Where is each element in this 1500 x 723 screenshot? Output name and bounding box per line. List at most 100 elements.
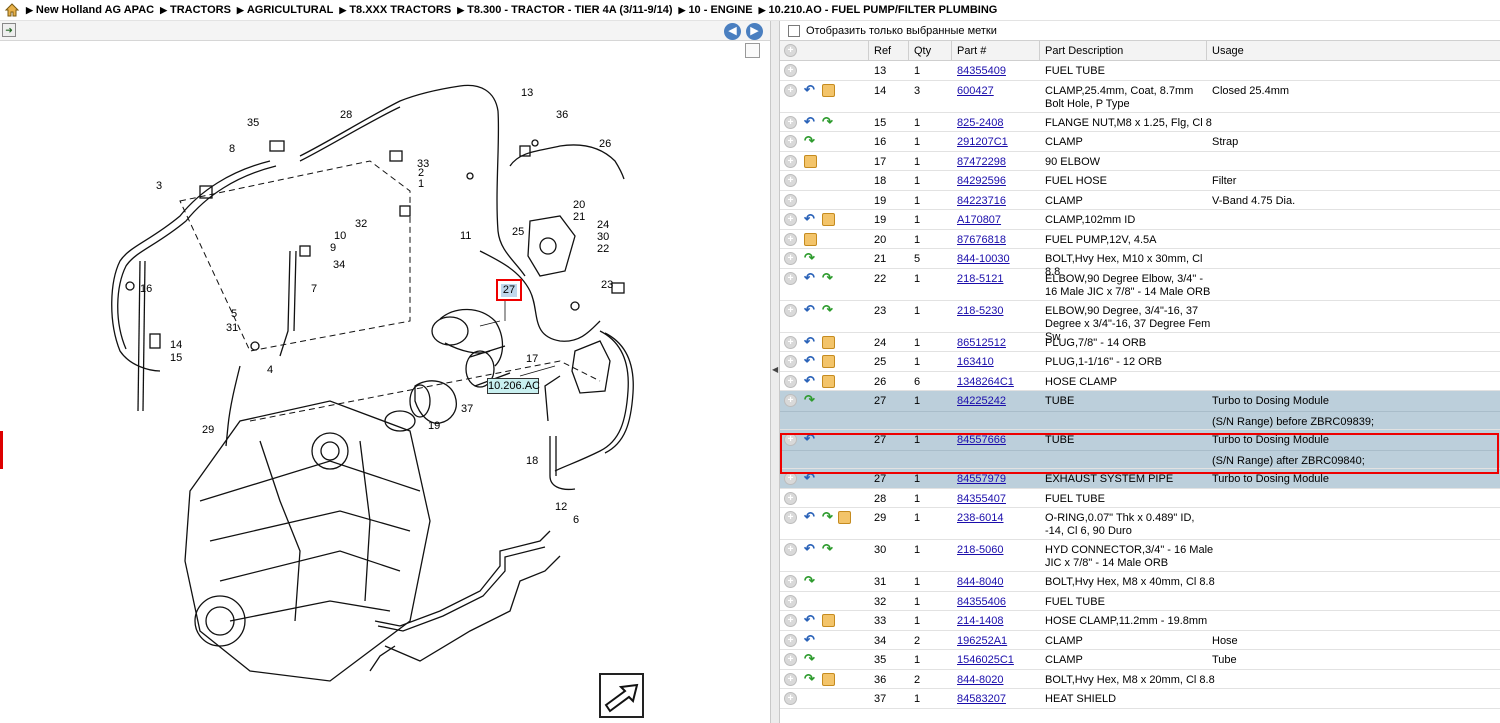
part-number-link[interactable]: 87472298	[957, 156, 1006, 169]
table-row[interactable]: + ↶ 14 3 600427 CLAMP,25.4mm, Coat, 8.7mm Bol…	[780, 81, 1500, 113]
callout-31[interactable]: 31	[226, 322, 238, 334]
expand-row-icon[interactable]: +	[784, 594, 797, 608]
part-number-link[interactable]: 84557666	[957, 434, 1006, 447]
expand-row-icon[interactable]: +	[784, 252, 797, 265]
table-row[interactable]: + ↶ 27 1 84557979 EXHAUST SYSTEM PIPE Turbo to…	[780, 469, 1500, 489]
part-number-link[interactable]: 218-5060	[957, 544, 1004, 557]
replacement-icon[interactable]: ↶	[804, 354, 817, 368]
callout-34[interactable]: 34	[333, 259, 345, 271]
part-number-link[interactable]: 84355406	[957, 596, 1006, 609]
callout-30[interactable]: 30	[597, 231, 609, 243]
callout-28[interactable]: 28	[340, 109, 352, 121]
part-number-link[interactable]: 84292596	[957, 175, 1006, 188]
callout-37[interactable]: 37	[461, 403, 473, 415]
callout-21[interactable]: 21	[573, 211, 585, 223]
replacement-icon[interactable]: ↶	[804, 432, 817, 446]
callout-7[interactable]: 7	[311, 283, 317, 295]
part-number-link[interactable]: 600427	[957, 85, 994, 98]
expand-row-icon[interactable]: +	[784, 614, 797, 627]
table-row[interactable]: + ↶ 34 2 196252A1 CLAMP Hose	[780, 631, 1500, 650]
expand-row-icon[interactable]: +	[784, 213, 797, 226]
table-row[interactable]: + ↶ ↷ 29 1 238-6014 O-RING,0.07" Thk x 0.489" …	[780, 508, 1500, 540]
panel-splitter[interactable]: ◀	[770, 21, 780, 723]
table-row[interactable]: +18 1 84292596 FUEL HOSE Filter	[780, 171, 1500, 191]
callout-4[interactable]: 4	[267, 364, 273, 376]
alternate-icon[interactable]: ↷	[822, 542, 835, 556]
callout-3[interactable]: 3	[156, 180, 162, 192]
replacement-icon[interactable]: ↶	[804, 212, 817, 226]
breadcrumb-item[interactable]: ▶ New Holland AG APAC	[26, 4, 154, 16]
package-icon[interactable]	[822, 355, 835, 368]
part-number-link[interactable]: 84355409	[957, 65, 1006, 78]
table-row[interactable]: + ↶ ↷ 30 1 218-5060 HYD CONNECTOR,3/4" - 16 Ma…	[780, 540, 1500, 572]
expand-row-icon[interactable]: +	[784, 633, 797, 647]
part-number-link[interactable]: 825-2408	[957, 117, 1004, 130]
home-icon[interactable]	[4, 2, 20, 18]
header-description[interactable]: Part Description	[1045, 45, 1123, 57]
replacement-icon[interactable]: ↶	[804, 374, 817, 388]
part-number-link[interactable]: 84225242	[957, 395, 1006, 408]
replacement-icon[interactable]: ↶	[804, 335, 817, 349]
callout-10[interactable]: 10	[334, 230, 346, 242]
expand-row-icon[interactable]: +	[784, 653, 797, 666]
expand-row-icon[interactable]: +	[784, 335, 797, 349]
table-row[interactable]: +37 1 84583207 HEAT SHIELD	[780, 689, 1500, 709]
part-number-link[interactable]: 218-5121	[957, 273, 1004, 286]
expand-row-icon[interactable]: +	[784, 83, 797, 97]
callout-17[interactable]: 17	[526, 353, 538, 365]
replacement-icon[interactable]: ↶	[804, 303, 817, 317]
expand-row-icon[interactable]: +	[784, 575, 797, 588]
alternate-icon[interactable]: ↷	[822, 510, 835, 524]
breadcrumb-item[interactable]: ▶ TRACTORS	[160, 4, 231, 16]
callout-12[interactable]: 12	[555, 501, 567, 513]
replacement-icon[interactable]: ↶	[804, 613, 817, 627]
callout-1[interactable]: 1	[418, 178, 424, 190]
part-number-link[interactable]: 1546025C1	[957, 654, 1014, 667]
part-number-link[interactable]: 86512512	[957, 337, 1006, 350]
expand-row-icon[interactable]: +	[784, 193, 797, 207]
part-number-link[interactable]: 291207C1	[957, 136, 1008, 149]
collapse-icon[interactable]: ◀	[772, 365, 778, 374]
table-row[interactable]: + ↶ ↷ 15 1 825-2408 FLANGE NUT,M8 x 1.25, Flg,…	[780, 113, 1500, 132]
header-usage[interactable]: Usage	[1212, 45, 1244, 57]
table-row[interactable]: +17 1 87472298 90 ELBOW	[780, 152, 1500, 171]
alternate-icon[interactable]: ↷	[822, 303, 835, 317]
callout-16[interactable]: 16	[140, 283, 152, 295]
replacement-icon[interactable]: ↶	[804, 83, 817, 97]
replacement-icon[interactable]: ↶	[804, 271, 817, 285]
callout-22[interactable]: 22	[597, 243, 609, 255]
part-number-link[interactable]: 1348264C1	[957, 376, 1014, 389]
expand-row-icon[interactable]: +	[784, 115, 797, 129]
breadcrumb-item[interactable]: ▶ AGRICULTURAL	[237, 4, 333, 16]
expand-row-icon[interactable]: +	[784, 491, 797, 505]
table-row[interactable]: +19 1 84223716 CLAMP V-Band 4.75 Dia.	[780, 191, 1500, 210]
breadcrumb-item[interactable]: ▶ 10.210.AO - FUEL PUMP/FILTER PLUMBING	[759, 4, 998, 16]
callout-33[interactable]: 33	[417, 158, 429, 170]
callout-19[interactable]: 19	[428, 420, 440, 432]
breadcrumb-item[interactable]: ▶ T8.XXX TRACTORS	[339, 4, 451, 16]
callout-32[interactable]: 32	[355, 218, 367, 230]
breadcrumb-item[interactable]: ▶ 10 - ENGINE	[679, 4, 753, 16]
callout-24[interactable]: 24	[597, 219, 609, 231]
part-number-link[interactable]: 84355407	[957, 493, 1006, 506]
callout-8[interactable]: 8	[229, 143, 235, 155]
alternate-icon[interactable]: ↷	[804, 393, 817, 407]
table-row[interactable]: + ↷ 21 5 844-10030 BOLT,Hvy Hex, M10 x 30mm, …	[780, 249, 1500, 278]
alternate-icon[interactable]: ↷	[804, 652, 817, 666]
package-icon[interactable]	[822, 335, 835, 349]
expand-row-icon[interactable]: +	[784, 232, 797, 246]
callout-15[interactable]: 15	[170, 352, 182, 364]
alternate-icon[interactable]: ↷	[804, 134, 817, 148]
expand-row-icon[interactable]: +	[784, 64, 797, 77]
table-row[interactable]: +20 1 87676818 FUEL PUMP,12V, 4.5A	[780, 230, 1500, 249]
breadcrumb-item[interactable]: ▶ T8.300 - TRACTOR - TIER 4A (3/11-9/14)	[457, 4, 672, 16]
show-selected-checkbox[interactable]	[788, 24, 800, 37]
expand-row-icon[interactable]: +	[784, 511, 797, 524]
package-icon[interactable]	[838, 511, 851, 524]
callout-18[interactable]: 18	[526, 455, 538, 467]
expand-row-icon[interactable]: +	[784, 672, 797, 686]
expand-row-icon[interactable]: +	[784, 472, 797, 485]
header-qty[interactable]: Qty	[914, 45, 931, 57]
expand-all-icon[interactable]: +	[784, 44, 797, 57]
callout-25[interactable]: 25	[512, 226, 524, 238]
